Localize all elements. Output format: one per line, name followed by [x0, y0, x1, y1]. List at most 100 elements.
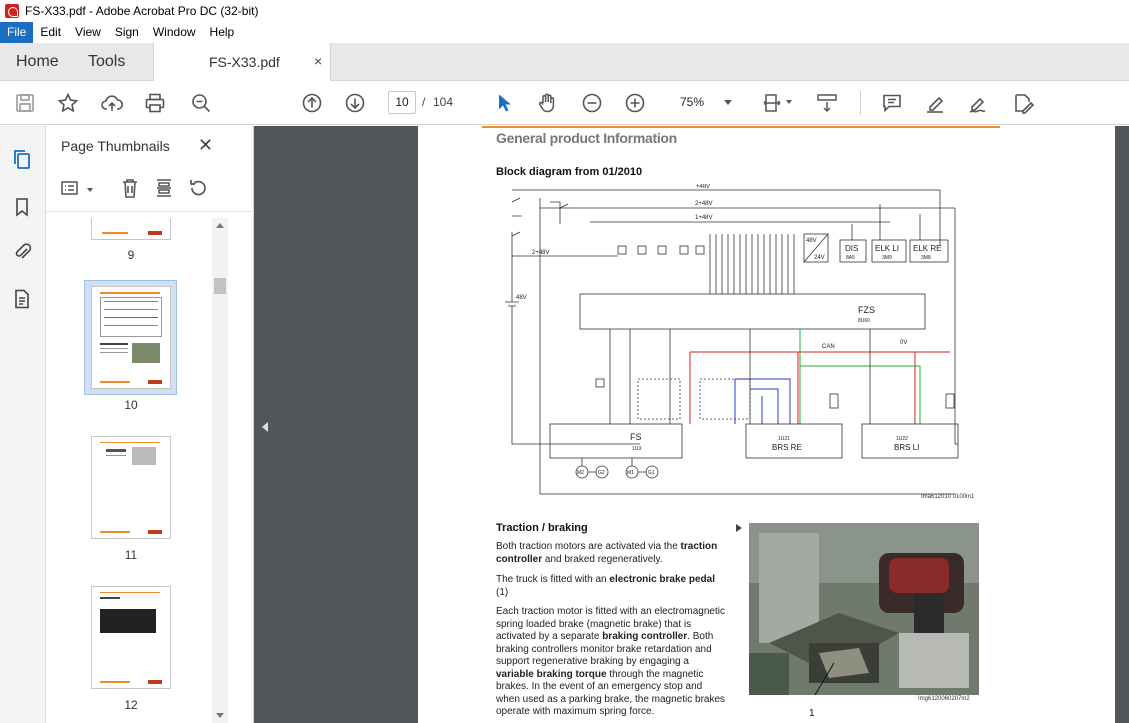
star-icon[interactable] [56, 91, 80, 115]
brs-re-label: BRS RE [772, 443, 802, 452]
thumbnail-list: 9 10 11 12 [46, 218, 229, 723]
highlighter-icon[interactable] [923, 91, 947, 115]
navigation-rail [0, 126, 46, 723]
scroll-down-icon[interactable] [216, 713, 224, 718]
tab-home[interactable]: Home [16, 53, 59, 71]
brs-li-label: BRS LI [894, 443, 919, 452]
pointer-arrow-icon [736, 524, 742, 532]
title-bar: FS-X33.pdf - Adobe Acrobat Pro DC (32-bi… [0, 0, 1129, 22]
save-icon[interactable] [13, 91, 37, 115]
page-fit-icon[interactable] [760, 91, 784, 115]
thumbnail-page[interactable] [91, 218, 171, 240]
hand-icon[interactable] [535, 91, 559, 115]
menu-window[interactable]: Window [146, 22, 203, 43]
diagram-image-code: Ima612010 0100m1 [921, 494, 975, 500]
minus-circle-icon[interactable] [580, 91, 604, 115]
elk-li-label: ELK LI [875, 244, 899, 253]
fs-label: FS [630, 432, 642, 442]
brs-re-code: 1U21 [778, 436, 790, 442]
menu-edit[interactable]: Edit [33, 22, 68, 43]
thumbnails-panel: Page Thumbnails ✕ 9 10 11 12 [46, 126, 254, 723]
tab-tools[interactable]: Tools [88, 53, 125, 71]
scroll-mode-icon[interactable] [815, 91, 839, 115]
paragraph-brake-pedal: The truck is fitted with an electronic b… [496, 574, 728, 599]
page-total: 104 [433, 95, 454, 109]
pdf-page: General product Information Block diagra… [418, 126, 1115, 723]
thumbnail-label: 10 [124, 398, 138, 412]
document-view[interactable]: General product Information Block diagra… [254, 126, 1129, 723]
label-2-48v: 2+48V [695, 201, 713, 207]
zoom-search-icon[interactable] [189, 91, 213, 115]
collapse-panel-icon[interactable] [262, 422, 268, 432]
arrow-down-circle-icon[interactable] [343, 91, 367, 115]
document-icon[interactable] [11, 288, 35, 312]
para2-text-b: electronic brake pedal [609, 574, 715, 585]
photo-callout-number: 1 [809, 708, 815, 719]
tab-bar: Home Tools FS-X33.pdf × [0, 43, 1129, 81]
label-1-48v: 1+48V [695, 215, 713, 221]
label-2-48v-left: 2+48V [532, 250, 550, 256]
zoom-dropdown[interactable]: 75% [668, 91, 740, 114]
motor-m1: M1 [627, 470, 634, 476]
scrollbar-thumb[interactable] [214, 278, 226, 294]
thumbnail-page-selected[interactable] [91, 286, 171, 389]
para1-text-c: and braked regeneratively. [542, 553, 663, 565]
motor-m2: M2 [577, 470, 584, 476]
tab-close-icon[interactable]: × [314, 53, 322, 69]
converter-out-label: 24V [814, 255, 825, 261]
extract-page-icon[interactable] [153, 177, 177, 201]
battery-label: 48V [516, 295, 527, 301]
para2-text-c: (1) [496, 586, 509, 598]
thumbnail-options-icon[interactable] [60, 177, 84, 201]
traction-title: Traction / braking [496, 522, 588, 534]
menu-sign[interactable]: Sign [108, 22, 146, 43]
main-toolbar: 10 / 104 75% [0, 81, 1129, 125]
arrow-up-circle-icon[interactable] [300, 91, 324, 115]
close-icon[interactable]: ✕ [198, 135, 213, 156]
bookmark-icon[interactable] [11, 196, 35, 220]
para3-text-d: variable braking torque [496, 668, 607, 680]
cursor-arrow-icon[interactable] [492, 91, 516, 115]
paragraph-magnetic-brake: Each traction motor is fitted with an el… [496, 606, 728, 719]
menu-bar: File Edit View Sign Window Help [0, 22, 1129, 43]
plus-circle-icon[interactable] [623, 91, 647, 115]
thumbnail-page[interactable] [91, 586, 171, 689]
menu-view[interactable]: View [68, 22, 108, 43]
block-diagram-title: Block diagram from 01/2010 [496, 166, 643, 178]
chevron-down-icon[interactable] [786, 100, 792, 104]
para1-text-a: Both traction motors are activated via t… [496, 541, 681, 552]
brake-pedal-photo [749, 523, 979, 695]
page-thumbnails-icon[interactable] [11, 148, 35, 172]
para2-text-a: The truck is fitted with an [496, 574, 610, 585]
header-rule [482, 126, 1000, 128]
converter-in-label: 48V [806, 238, 817, 244]
upload-cloud-icon[interactable] [100, 91, 124, 115]
rotate-icon[interactable] [187, 177, 211, 201]
panel-title: Page Thumbnails [61, 138, 170, 154]
tab-document[interactable]: FS-X33.pdf × [153, 43, 331, 81]
menu-help[interactable]: Help [203, 22, 242, 43]
thumbnail-label: 12 [124, 698, 138, 712]
pen-sign-icon[interactable] [966, 91, 990, 115]
comment-icon[interactable] [880, 91, 904, 115]
elk-re-label: ELK RE [913, 244, 941, 253]
chevron-down-icon[interactable] [87, 188, 93, 192]
page-number-input[interactable]: 10 [388, 91, 416, 114]
printer-icon[interactable] [143, 91, 167, 115]
menu-file[interactable]: File [0, 22, 34, 43]
thumbnail-label: 9 [127, 248, 135, 262]
tab-document-label: FS-X33.pdf [209, 54, 280, 70]
thumbnail-page[interactable] [91, 436, 171, 539]
delete-page-icon[interactable] [119, 177, 143, 201]
fzs-code: 8U60 [858, 318, 870, 324]
edit-doc-icon[interactable] [1011, 91, 1035, 115]
elk-re-code: 3M8 [921, 255, 931, 261]
scroll-up-icon[interactable] [216, 223, 224, 228]
para3-text-b: braking controller [602, 631, 688, 642]
attachment-icon[interactable] [11, 240, 35, 264]
brs-li-code: 1U22 [896, 436, 908, 442]
window-title: FS-X33.pdf - Adobe Acrobat Pro DC (32-bi… [25, 4, 259, 18]
acrobat-app-icon [5, 4, 19, 18]
thumbnail-label: 11 [124, 548, 138, 562]
thumbnail-scrollbar[interactable] [212, 218, 228, 723]
